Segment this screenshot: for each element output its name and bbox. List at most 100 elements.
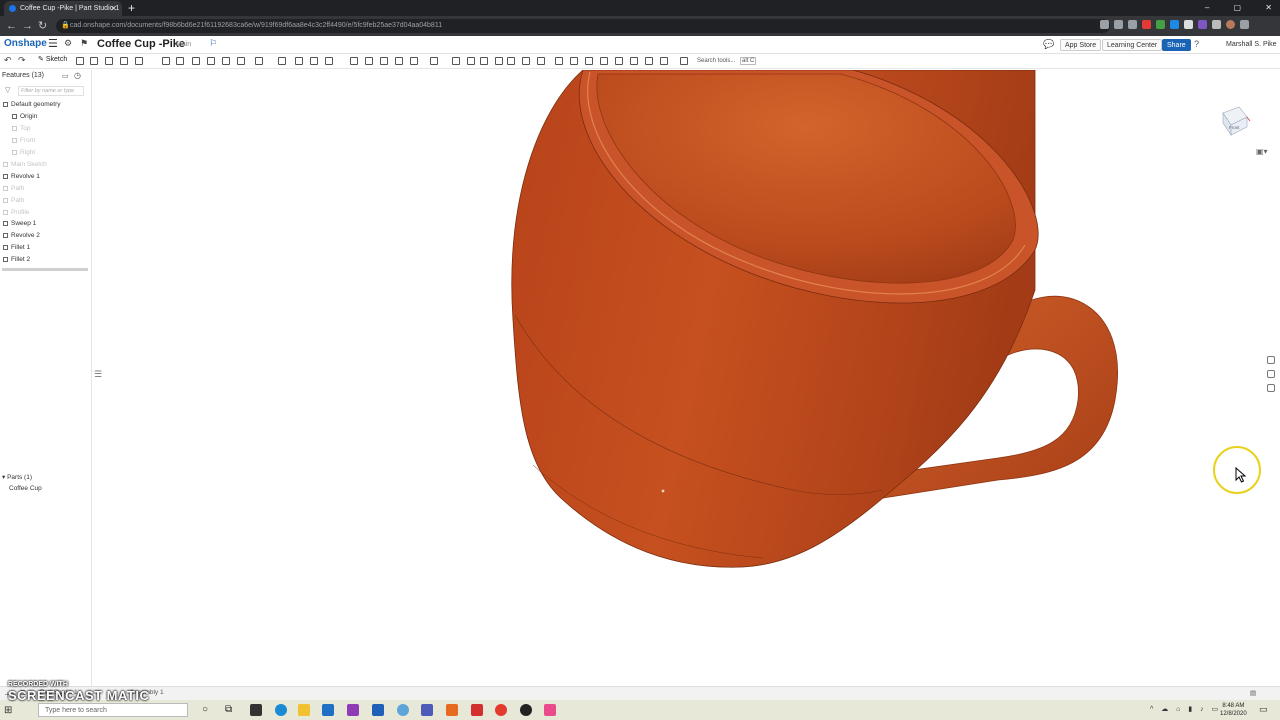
toolbar-tool-icon[interactable] — [410, 57, 418, 65]
version-icon[interactable]: ⚐ — [209, 38, 217, 49]
toolbar-tool-icon[interactable] — [522, 57, 530, 65]
acrobat-icon[interactable] — [471, 704, 483, 716]
feature-item[interactable]: Sweep 1 — [3, 220, 36, 227]
close-window-button[interactable]: ✕ — [1265, 3, 1272, 12]
add-folder-icon[interactable]: ▭ — [62, 72, 69, 80]
toolbar-tool-icon[interactable] — [278, 57, 286, 65]
toolbar-tool-icon[interactable] — [295, 57, 303, 65]
document-menu-icon[interactable]: ⚙ — [64, 38, 72, 49]
coffee-cup-model[interactable] — [93, 70, 1280, 686]
toolbar-tool-icon[interactable] — [192, 57, 200, 65]
onshape-logo[interactable]: Onshape — [4, 38, 47, 49]
mail-icon[interactable] — [322, 704, 334, 716]
feature-item[interactable]: Top — [12, 125, 30, 132]
parts-header[interactable]: ▾ Parts (1) — [2, 473, 32, 481]
system-tray[interactable]: ^ ☁ ⌂ ▮ ♪ ▭ — [1150, 705, 1221, 713]
minimize-button[interactable]: – — [1205, 3, 1209, 12]
toolbar-tool-icon[interactable] — [176, 57, 184, 65]
toolbar-tool-icon[interactable] — [207, 57, 215, 65]
toolbar-tool-icon[interactable] — [105, 57, 113, 65]
menu-dots-icon[interactable] — [1240, 20, 1249, 29]
close-tab-icon[interactable]: ✕ — [110, 1, 117, 16]
toolbar-tool-icon[interactable] — [630, 57, 638, 65]
url-field[interactable]: 🔒 cad.onshape.com/documents/f98b6bd6e21f… — [56, 19, 1110, 33]
mate-connector-icon[interactable] — [1267, 370, 1275, 378]
help-icon[interactable]: ? — [1194, 39, 1199, 49]
taskbar-clock[interactable]: 8:48 AM 12/8/2020 — [1220, 702, 1247, 718]
cortana-icon[interactable]: ○ — [202, 704, 208, 715]
toolbar-tool-icon[interactable] — [76, 57, 84, 65]
back-arrow-icon[interactable]: ← — [6, 18, 17, 34]
share-button[interactable]: Share — [1162, 39, 1191, 51]
feature-item[interactable]: Main Sketch — [3, 161, 47, 168]
extension-icon[interactable] — [1170, 20, 1179, 29]
zoom-icon[interactable] — [1114, 20, 1123, 29]
feature-item[interactable]: Right — [12, 149, 35, 156]
toolbar-tool-icon[interactable] — [120, 57, 128, 65]
toolbar-tool-icon[interactable] — [507, 57, 515, 65]
document-title[interactable]: Coffee Cup -Pike — [97, 38, 185, 50]
toolbar-tool-icon[interactable] — [680, 57, 688, 65]
key-icon[interactable] — [1100, 20, 1109, 29]
toolbar-tool-icon[interactable] — [350, 57, 358, 65]
extension-icon[interactable] — [1156, 20, 1165, 29]
menu-icon[interactable]: ☰ — [48, 37, 58, 50]
toolbar-tool-icon[interactable] — [615, 57, 623, 65]
extension-icon[interactable] — [1142, 20, 1151, 29]
feature-item[interactable]: Path — [3, 197, 24, 204]
feature-item[interactable]: Revolve 1 — [3, 173, 40, 180]
store-icon[interactable] — [250, 704, 262, 716]
maximize-button[interactable]: ▢ — [1234, 3, 1242, 12]
view-cube[interactable]: Front — [1217, 103, 1251, 137]
toolbar-tool-icon[interactable] — [162, 57, 170, 65]
feature-item[interactable]: Fillet 2 — [3, 256, 30, 263]
toolbar-tool-icon[interactable] — [570, 57, 578, 65]
teams-icon[interactable] — [421, 704, 433, 716]
toolbar-tool-icon[interactable] — [430, 57, 438, 65]
toolbar-tool-icon[interactable] — [452, 57, 460, 65]
rollback-bar[interactable] — [2, 268, 88, 271]
toolbar-tool-icon[interactable] — [310, 57, 318, 65]
toolbar-tool-icon[interactable] — [135, 57, 143, 65]
toolbar-tool-icon[interactable] — [600, 57, 608, 65]
toolbar-tool-icon[interactable] — [555, 57, 563, 65]
toolbar-tool-icon[interactable] — [90, 57, 98, 65]
toolbar-tool-icon[interactable] — [495, 57, 503, 65]
toolbar-tool-icon[interactable] — [325, 57, 333, 65]
toolbar-tool-icon[interactable] — [255, 57, 263, 65]
app-icon[interactable] — [520, 704, 532, 716]
chrome-icon[interactable] — [495, 704, 507, 716]
toolbar-tool-icon[interactable] — [237, 57, 245, 65]
windows-start-icon[interactable]: ⊞ — [4, 705, 12, 716]
office-icon[interactable] — [446, 704, 458, 716]
toolbar-tool-icon[interactable] — [645, 57, 653, 65]
onenote-icon[interactable] — [347, 704, 359, 716]
toolbar-tool-icon[interactable] — [467, 57, 475, 65]
feature-item[interactable]: Fillet 1 — [3, 244, 30, 251]
part-item-coffee-cup[interactable]: Coffee Cup — [9, 485, 42, 492]
feature-item[interactable]: Profile — [3, 209, 29, 216]
notifications-icon[interactable]: ▭ — [1259, 704, 1268, 715]
feature-item[interactable]: Revolve 2 — [3, 232, 40, 239]
toolbar-tool-icon[interactable] — [585, 57, 593, 65]
redo-icon[interactable]: ↷ — [18, 55, 26, 66]
feature-item[interactable]: Path — [3, 185, 24, 192]
extension-icon[interactable] — [1184, 20, 1193, 29]
app-icon[interactable] — [544, 704, 556, 716]
feature-item[interactable]: Default geometry — [3, 101, 61, 108]
star-icon[interactable] — [1128, 20, 1137, 29]
search-tools-input[interactable]: Search tools... alt C — [697, 56, 759, 66]
workspace-icon[interactable]: ⚑ — [80, 38, 88, 49]
profile-avatar[interactable] — [1226, 20, 1235, 29]
appearance-icon[interactable] — [1267, 356, 1275, 364]
comments-icon[interactable]: 💬 — [1043, 39, 1054, 50]
reload-icon[interactable]: ↻ — [38, 18, 47, 34]
taskbar-search-input[interactable]: Type here to search — [38, 703, 188, 717]
task-view-icon[interactable]: ⧉ — [225, 704, 232, 715]
app-store-button[interactable]: App Store — [1060, 39, 1102, 51]
toolbar-tool-icon[interactable] — [222, 57, 230, 65]
branch-label[interactable]: Main — [176, 41, 191, 48]
browser-tab[interactable]: Coffee Cup -Pike | Part Studio 1 ✕ — [4, 1, 122, 16]
toolbar-tool-icon[interactable] — [380, 57, 388, 65]
history-icon[interactable]: ◷ — [74, 71, 81, 80]
